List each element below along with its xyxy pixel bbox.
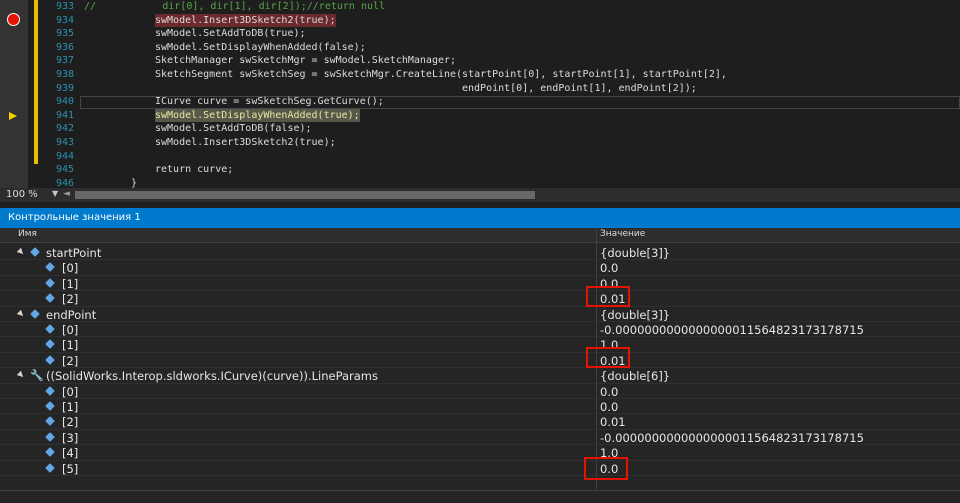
field-icon: [45, 354, 55, 365]
code-line-current-statement[interactable]: swModel.SetDisplayWhenAdded(true);: [155, 108, 360, 123]
expand-triangle-icon[interactable]: [16, 309, 26, 318]
watch-row-name: [0]: [62, 323, 79, 337]
current-statement-arrow-icon: [9, 112, 17, 120]
breakpoint-icon[interactable]: [7, 13, 20, 26]
field-icon: [30, 308, 40, 319]
line-number: 945: [55, 164, 74, 176]
expand-triangle-icon[interactable]: [16, 247, 26, 257]
watch-row-value[interactable]: {double[3]}: [600, 308, 670, 322]
field-icon: [45, 401, 55, 411]
watch-bottom-divider: [0, 490, 960, 491]
watch-row-name: [2]: [62, 353, 79, 368]
watch-row[interactable]: [4] 1.0: [0, 445, 960, 461]
field-icon: [45, 462, 55, 473]
watch-row-name: [4]: [62, 446, 79, 461]
watch-row-value[interactable]: {double[3]}: [600, 246, 670, 260]
watch-window-title: Контрольные значения 1: [8, 212, 141, 223]
highlight-box: [586, 286, 630, 307]
watch-row-value[interactable]: 0.0: [600, 400, 618, 414]
watch-row-name: endPoint: [46, 307, 97, 322]
watch-row[interactable]: [0] -0.000000000000000001156482317317871…: [0, 322, 960, 338]
code-line[interactable]: swModel.SetAddToDB(true);: [155, 27, 306, 41]
code-line-breakpoint[interactable]: swModel.Insert3DSketch2(true);: [155, 13, 336, 28]
wrench-icon: 🔧: [30, 369, 44, 383]
watch-row[interactable]: [1] 0.0: [0, 276, 960, 292]
line-number: 946: [55, 177, 74, 188]
field-icon: [45, 447, 55, 457]
code-line[interactable]: SketchManager swSketchMgr = swModel.Sket…: [155, 54, 456, 68]
change-tracking-bar: [34, 0, 38, 164]
watch-column-header: Имя Значение: [0, 228, 960, 243]
column-header-name[interactable]: Имя: [18, 229, 37, 239]
watch-row-name: [3]: [62, 430, 79, 445]
code-line-return[interactable]: return curve;: [155, 163, 233, 177]
code-line-continuation[interactable]: endPoint[0], endPoint[1], endPoint[2]);: [462, 82, 697, 96]
watch-row-name: [2]: [62, 415, 79, 430]
chevron-down-icon[interactable]: ▼: [52, 189, 58, 198]
zoom-level[interactable]: 100 %: [6, 189, 38, 200]
field-icon: [30, 247, 40, 257]
watch-row-name: [2]: [62, 292, 79, 307]
highlight-box: [586, 347, 630, 368]
field-icon: [45, 277, 55, 288]
watch-row[interactable]: [5] 0.0: [0, 461, 960, 476]
code-line[interactable]: swModel.SetAddToDB(false);: [155, 122, 312, 136]
code-line[interactable]: SketchSegment swSketchSeg = swSketchMgr.…: [155, 68, 727, 82]
watch-row-name: [0]: [62, 261, 79, 276]
watch-row-name: [1]: [62, 338, 79, 353]
watch-row[interactable]: [1] 1.0: [0, 337, 960, 353]
field-icon: [45, 324, 55, 334]
watch-row-value[interactable]: -0.0000000000000000011564823173178715: [600, 431, 864, 445]
code-line[interactable]: swModel.SetDisplayWhenAdded(false);: [155, 41, 366, 55]
highlight-box: [584, 457, 628, 480]
watch-row-lineparams[interactable]: 🔧 ((SolidWorks.Interop.sldworks.ICurve)(…: [0, 368, 960, 384]
watch-row-value[interactable]: 0.01: [600, 415, 626, 429]
horizontal-scrollbar[interactable]: [75, 191, 535, 199]
watch-row-value[interactable]: {double[6]}: [600, 369, 670, 383]
watch-row[interactable]: [1] 0.0: [0, 399, 960, 415]
watch-row-name: startPoint: [46, 246, 102, 260]
watch-row-name: ((SolidWorks.Interop.sldworks.ICurve)(cu…: [46, 369, 379, 384]
watch-row[interactable]: [2] 0.01: [0, 291, 960, 307]
watch-row-value[interactable]: 0.0: [600, 261, 618, 275]
watch-row-name: [1]: [62, 400, 79, 414]
watch-row[interactable]: [3] -0.000000000000000001156482317317871…: [0, 430, 960, 446]
watch-row-startPoint[interactable]: startPoint {double[3]}: [0, 245, 960, 261]
field-icon: [45, 339, 55, 350]
code-line-comment[interactable]: // dir[0], dir[1], dir[2]);//return null: [84, 0, 385, 14]
field-icon: [45, 262, 55, 273]
editor-status-bar: 100 % ▼ ◄: [0, 188, 960, 202]
code-line[interactable]: swModel.Insert3DSketch2(true);: [155, 136, 336, 150]
field-icon: [45, 385, 55, 396]
code-editor[interactable]: 933 934 935 936 937 938 939 940 941 942 …: [0, 0, 960, 188]
indicator-margin[interactable]: [0, 0, 28, 188]
watch-row[interactable]: [2] 0.01: [0, 353, 960, 369]
watch-row-name: [0]: [62, 384, 79, 399]
watch-row-value[interactable]: -0.0000000000000000011564823173178715: [600, 323, 864, 337]
field-icon: [45, 416, 55, 427]
expand-triangle-icon[interactable]: [16, 370, 26, 380]
watch-row[interactable]: [0] 0.0: [0, 260, 960, 276]
scroll-left-icon[interactable]: ◄: [63, 189, 70, 199]
watch-window-title-bar[interactable]: Контрольные значения 1: [0, 208, 960, 228]
column-header-value[interactable]: Значение: [600, 229, 645, 239]
watch-row-endPoint[interactable]: endPoint {double[3]}: [0, 307, 960, 322]
field-icon: [45, 293, 55, 303]
watch-row-value[interactable]: 0.0: [600, 385, 618, 399]
watch-row[interactable]: [0] 0.0: [0, 384, 960, 399]
field-icon: [45, 431, 55, 442]
watch-row[interactable]: [2] 0.01: [0, 414, 960, 430]
watch-row-name: [5]: [62, 461, 79, 476]
watch-row-name: [1]: [62, 276, 79, 291]
code-line[interactable]: ICurve curve = swSketchSeg.GetCurve();: [155, 95, 384, 109]
code-line-brace[interactable]: }: [131, 177, 137, 188]
